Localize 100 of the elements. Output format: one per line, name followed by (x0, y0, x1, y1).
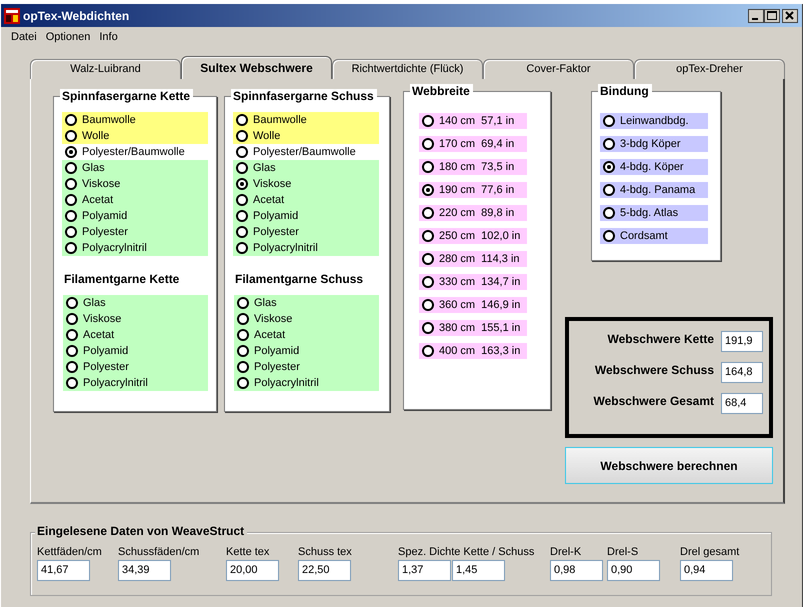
radio-option[interactable]: Glas (63, 295, 208, 311)
maximize-icon[interactable] (764, 8, 780, 22)
radio-button[interactable] (422, 322, 434, 334)
radio-option[interactable]: 5-bdg. Atlas (600, 205, 708, 221)
radio-option[interactable]: 4-bdg. Panama (600, 182, 708, 198)
radio-option[interactable]: Viskose (63, 311, 208, 327)
radio-option[interactable]: Glas (233, 160, 379, 176)
radio-button[interactable] (422, 299, 434, 311)
input-field[interactable]: 0,90 (607, 560, 660, 581)
radio-option[interactable]: 380 cm 155,1 in (419, 320, 527, 336)
radio-button[interactable] (65, 162, 77, 174)
radio-option[interactable]: Wolle (62, 128, 208, 144)
radio-button[interactable] (65, 210, 77, 222)
radio-option[interactable]: 4-bdg. Köper (600, 159, 708, 175)
radio-option[interactable]: Leinwandbdg. (600, 113, 708, 129)
radio-option[interactable]: Glas (62, 160, 208, 176)
radio-button[interactable] (66, 377, 78, 389)
radio-button[interactable] (422, 253, 434, 265)
radio-option[interactable]: Viskose (233, 176, 379, 192)
radio-option[interactable]: Baumwolle (62, 112, 208, 128)
radio-button[interactable] (66, 297, 78, 309)
radio-button[interactable] (66, 345, 78, 357)
radio-button[interactable] (65, 130, 77, 142)
tab[interactable]: Sultex Webschwere (181, 56, 332, 79)
radio-button[interactable] (237, 345, 249, 357)
radio-button[interactable] (65, 226, 77, 238)
radio-button[interactable] (422, 115, 434, 127)
radio-option[interactable]: Polyester (233, 224, 379, 240)
radio-button[interactable] (236, 226, 248, 238)
radio-option[interactable]: Polyacrylnitril (63, 375, 208, 391)
radio-option[interactable]: 360 cm 146,9 in (419, 297, 527, 313)
radio-button[interactable] (422, 207, 434, 219)
radio-button[interactable] (66, 329, 78, 341)
radio-option[interactable]: Polyamid (233, 208, 379, 224)
radio-option[interactable]: Acetat (63, 327, 208, 343)
radio-button[interactable] (236, 242, 248, 254)
radio-option[interactable]: Polyamid (63, 343, 208, 359)
radio-option[interactable]: 180 cm 73,5 in (419, 159, 527, 175)
radio-button[interactable] (237, 329, 249, 341)
radio-option[interactable]: Acetat (233, 192, 379, 208)
menu-item[interactable]: Info (99, 30, 118, 42)
radio-option[interactable]: Cordsamt (600, 228, 708, 244)
radio-option[interactable]: 170 cm 69,4 in (419, 136, 527, 152)
radio-option[interactable]: Viskose (234, 311, 379, 327)
input-field[interactable]: 41,67 (37, 560, 90, 581)
radio-option[interactable]: Polyacrylnitril (234, 375, 379, 391)
radio-button[interactable] (422, 230, 434, 242)
radio-option[interactable]: 190 cm 77,6 in (419, 182, 527, 198)
radio-button[interactable] (236, 114, 248, 126)
radio-option[interactable]: Acetat (62, 192, 208, 208)
input-field[interactable]: 1,37 (398, 560, 451, 581)
input-field[interactable]: 1,45 (452, 560, 505, 581)
tab[interactable]: Richtwertdichte (Flück) (332, 59, 483, 79)
radio-button[interactable] (422, 345, 434, 357)
tab[interactable]: Cover-Faktor (483, 59, 634, 79)
radio-button[interactable] (236, 194, 248, 206)
result-field[interactable]: 191,9 (721, 331, 763, 352)
tab[interactable]: Walz-Luibrand (30, 59, 181, 79)
result-field[interactable]: 164,8 (721, 362, 763, 383)
calculate-button[interactable]: Webschwere berechnen (565, 447, 773, 484)
radio-button[interactable] (603, 161, 615, 173)
radio-button[interactable] (422, 161, 434, 173)
radio-button[interactable] (236, 162, 248, 174)
radio-option[interactable]: 400 cm 163,3 in (419, 343, 527, 359)
input-field[interactable]: 0,98 (550, 560, 603, 581)
input-field[interactable]: 20,00 (226, 560, 279, 581)
radio-button[interactable] (65, 114, 77, 126)
menu-item[interactable]: Datei (11, 30, 37, 42)
radio-button[interactable] (236, 178, 248, 190)
radio-button[interactable] (603, 138, 615, 150)
input-field[interactable]: 0,94 (680, 560, 733, 581)
radio-button[interactable] (236, 210, 248, 222)
close-icon[interactable] (782, 8, 798, 22)
radio-button[interactable] (237, 313, 249, 325)
radio-button[interactable] (603, 184, 615, 196)
radio-option[interactable]: Glas (234, 295, 379, 311)
radio-option[interactable]: Polyacrylnitril (62, 240, 208, 256)
radio-button[interactable] (236, 130, 248, 142)
radio-option[interactable]: Polyester (234, 359, 379, 375)
radio-button[interactable] (66, 361, 78, 373)
radio-button[interactable] (236, 146, 248, 158)
radio-option[interactable]: 280 cm 114,3 in (419, 251, 527, 267)
minimize-icon[interactable] (748, 8, 764, 22)
radio-option[interactable]: Polyester (63, 359, 208, 375)
radio-button[interactable] (422, 184, 434, 196)
radio-button[interactable] (603, 115, 615, 127)
radio-option[interactable]: Polyamid (234, 343, 379, 359)
radio-button[interactable] (65, 242, 77, 254)
radio-button[interactable] (422, 138, 434, 150)
radio-option[interactable]: 250 cm 102,0 in (419, 228, 527, 244)
result-field[interactable]: 68,4 (721, 393, 763, 414)
radio-button[interactable] (603, 207, 615, 219)
radio-button[interactable] (603, 230, 615, 242)
radio-option[interactable]: 140 cm 57,1 in (419, 113, 527, 129)
radio-button[interactable] (237, 297, 249, 309)
radio-option[interactable]: Wolle (233, 128, 379, 144)
radio-button[interactable] (422, 276, 434, 288)
radio-button[interactable] (237, 361, 249, 373)
radio-option[interactable]: 3-bdg Köper (600, 136, 708, 152)
radio-option[interactable]: Polyamid (62, 208, 208, 224)
